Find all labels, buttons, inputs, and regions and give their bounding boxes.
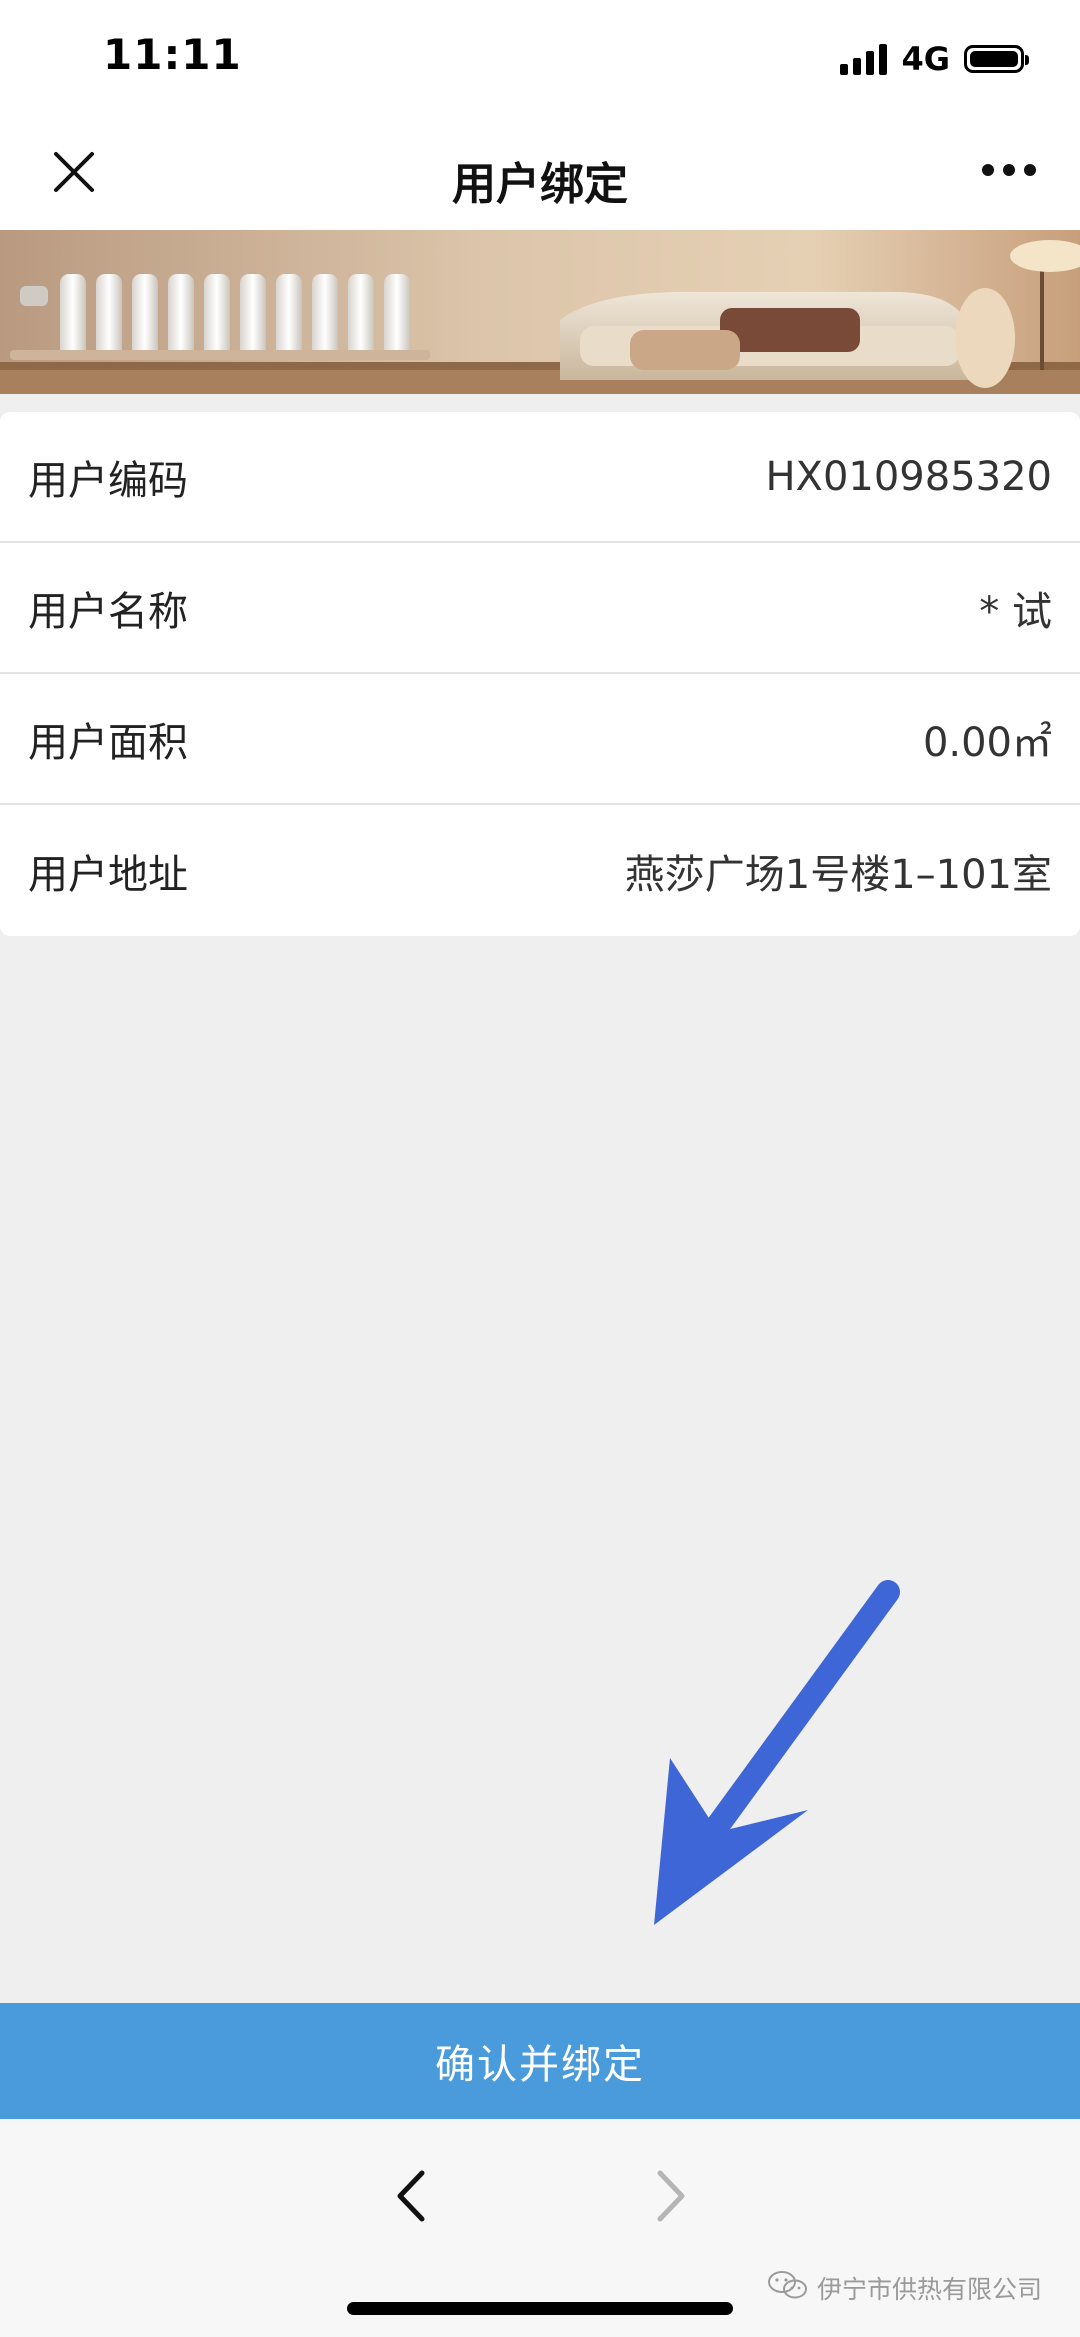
user-area-value: 0.00㎡ [922, 719, 1052, 766]
more-icon[interactable] [982, 164, 1036, 176]
user-name-label: 用户名称 [28, 588, 188, 635]
battery-icon [964, 45, 1029, 73]
signal-icon [840, 43, 888, 75]
user-info-card: 用户编码 HX010985320 用户名称 * 试 用户面积 0.00㎡ 用户地… [0, 412, 1080, 936]
network-type: 4G [901, 40, 950, 78]
info-row-user-area: 用户面积 0.00㎡ [0, 674, 1080, 805]
banner-image [0, 230, 1080, 394]
status-indicators: 4G [840, 40, 1029, 78]
watermark-text: 伊宁市供热有限公司 [816, 2275, 1042, 2304]
user-code-label: 用户编码 [28, 457, 188, 504]
info-row-user-code: 用户编码 HX010985320 [0, 412, 1080, 543]
home-indicator [347, 2302, 733, 2315]
watermark: 伊宁市供热有限公司 [767, 2269, 1042, 2307]
chevron-left-icon[interactable] [388, 2161, 436, 2231]
wechat-icon [767, 2269, 809, 2307]
user-address-value: 燕莎广场1号楼1–101室 [624, 851, 1052, 898]
chevron-right-icon[interactable] [646, 2161, 694, 2231]
annotation-arrow-icon [640, 1570, 920, 1940]
page-title: 用户绑定 [452, 159, 628, 210]
status-time: 11:11 [103, 30, 242, 79]
confirm-bind-button[interactable]: 确认并绑定 [0, 2003, 1080, 2119]
user-name-value: * 试 [979, 588, 1052, 635]
user-code-value: HX010985320 [765, 453, 1052, 500]
status-bar: 11:11 4G [0, 0, 1080, 118]
info-row-user-name: 用户名称 * 试 [0, 543, 1080, 674]
user-address-label: 用户地址 [28, 851, 188, 898]
info-row-user-address: 用户地址 燕莎广场1号楼1–101室 [0, 805, 1080, 936]
nav-bar: 用户绑定 [0, 118, 1080, 230]
user-area-label: 用户面积 [28, 719, 188, 766]
